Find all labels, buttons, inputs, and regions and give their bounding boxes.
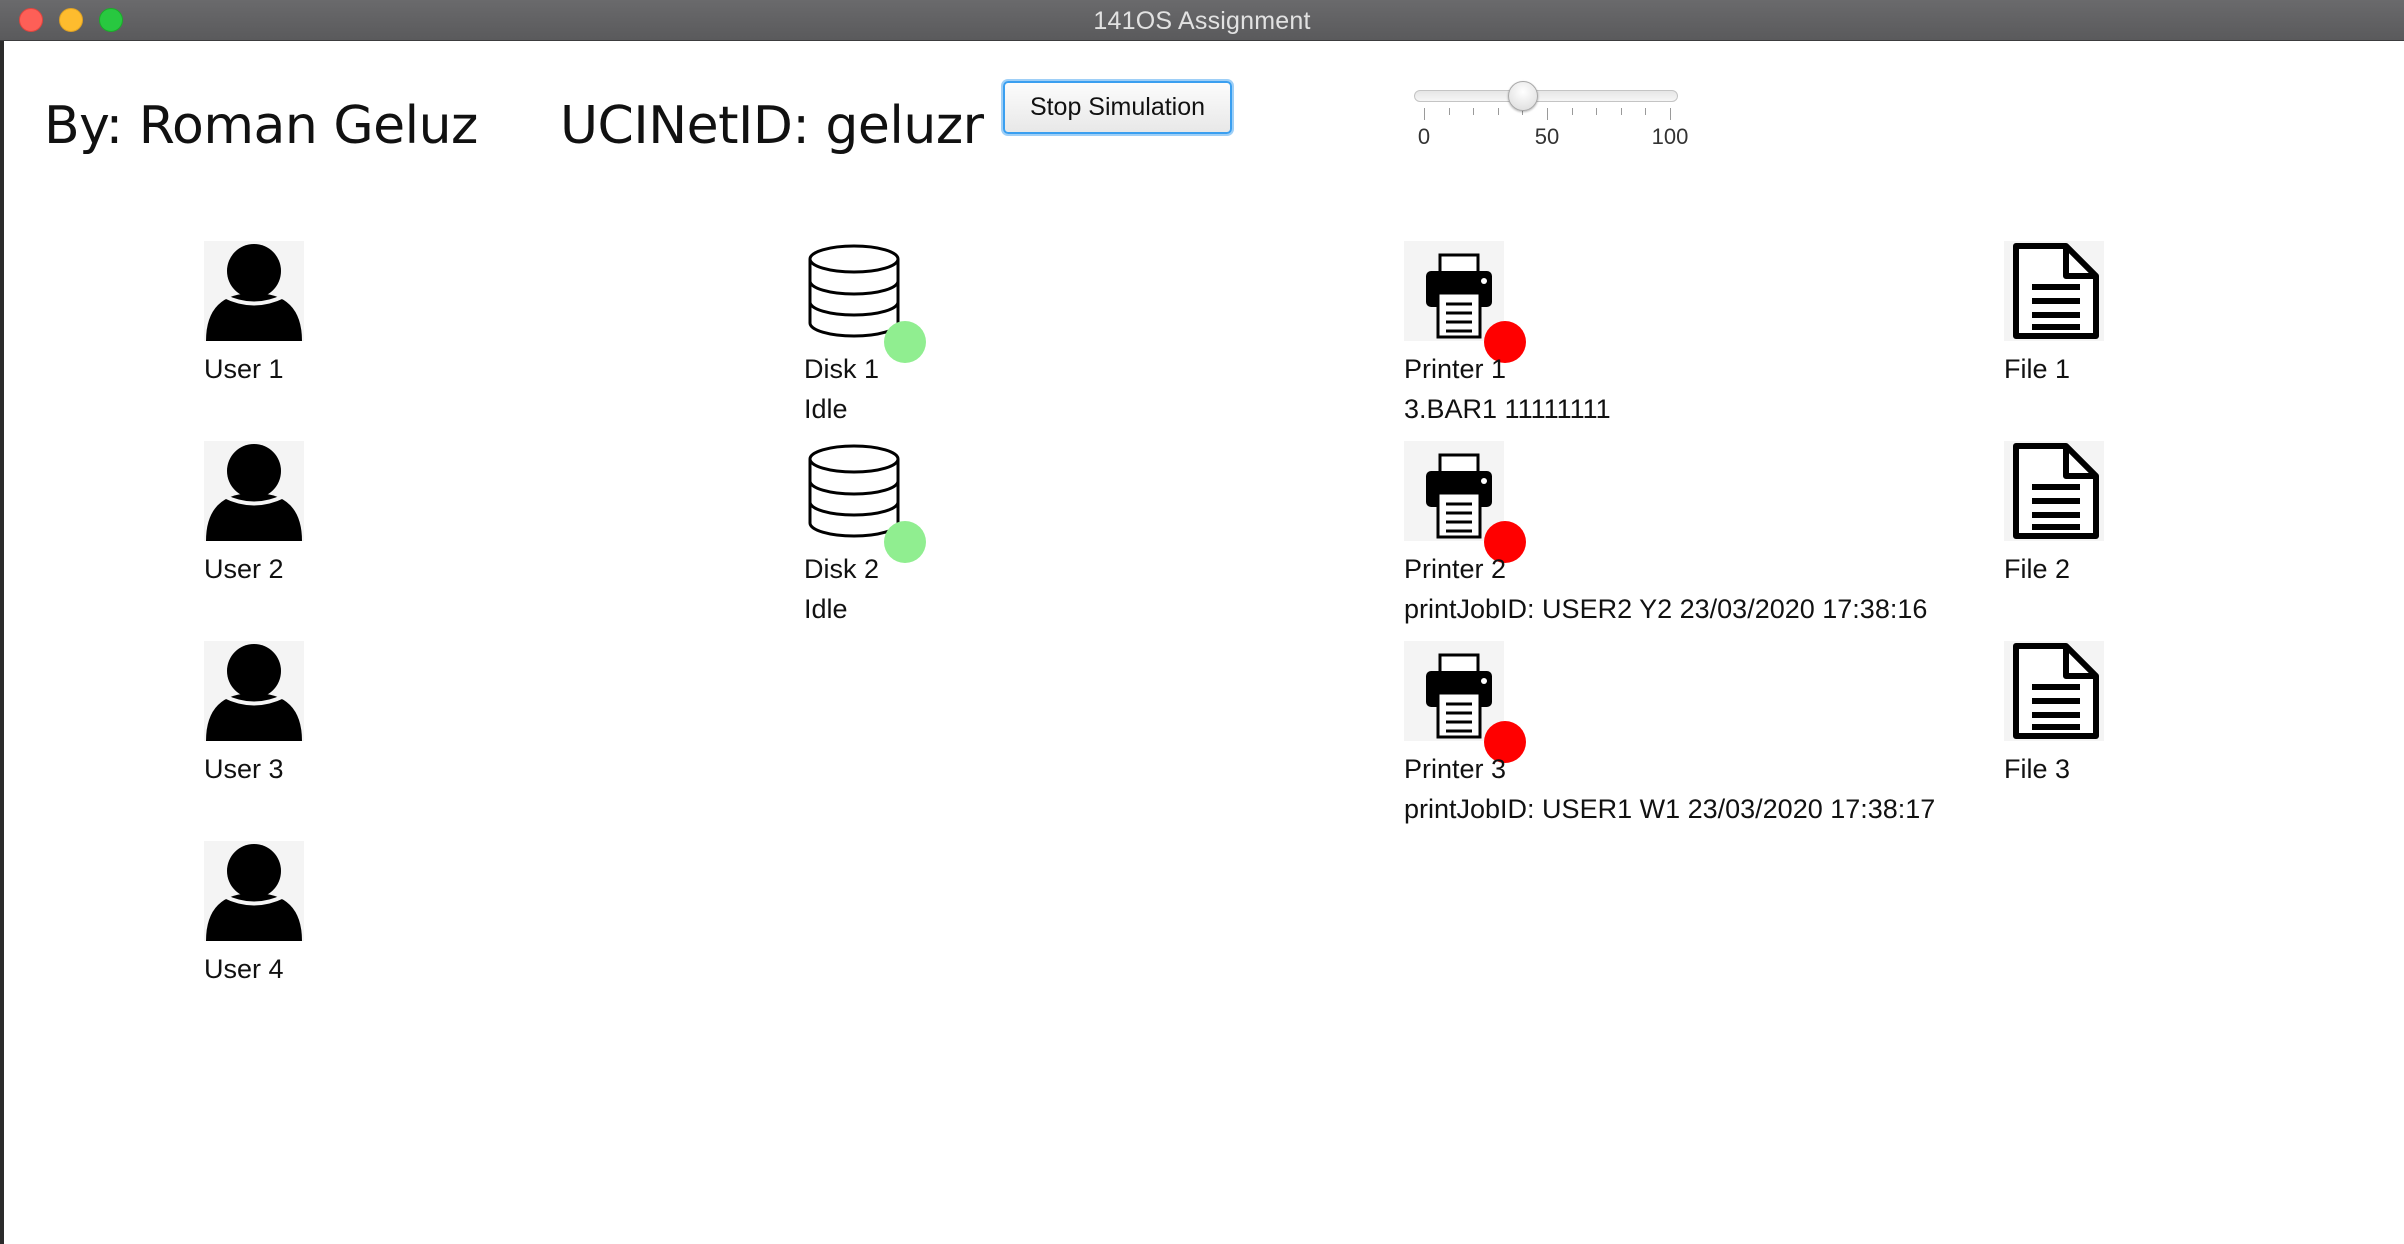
user-icon (204, 441, 304, 541)
slider-tick (1620, 108, 1622, 115)
database-icon (804, 241, 904, 341)
disk-label: Disk 1 (804, 354, 880, 384)
user-icon (204, 641, 304, 741)
printer-icon (1404, 441, 1504, 541)
disk-status-indicator (884, 521, 926, 563)
disk-status-indicator (884, 321, 926, 363)
slider-tick (1473, 108, 1475, 115)
slider-tick-label-mid: 50 (1534, 124, 1560, 149)
speed-slider[interactable]: 0 50 100 (1410, 78, 1690, 158)
slider-tick (1571, 108, 1573, 115)
window-title: 141OS Assignment (1093, 7, 1311, 35)
slider-tick (1670, 108, 1671, 120)
slider-thumb[interactable] (1508, 81, 1539, 111)
user-label: User 4 (204, 954, 284, 984)
user-label: User 3 (204, 754, 284, 784)
slider-tick (1424, 108, 1425, 120)
netid-heading: UCINetID: geluzr (560, 96, 984, 156)
database-icon (804, 441, 904, 541)
author-heading: By: Roman Geluz (44, 96, 478, 156)
slider-tick (1497, 108, 1499, 115)
slider-tick-label-max: 100 (1651, 124, 1689, 149)
stop-simulation-button[interactable]: Stop Simulation (1003, 81, 1232, 134)
file-label: File 2 (2004, 554, 2071, 584)
file-icon (2004, 441, 2104, 541)
title-bar: 141OS Assignment (0, 0, 2404, 41)
user-label: User 2 (204, 554, 284, 584)
user-icon (204, 241, 304, 341)
file-icon (2004, 241, 2104, 341)
window-edge (0, 41, 4, 1244)
printer-status: 3.BAR1 11111111 (1404, 394, 1611, 424)
printer-icon (1404, 241, 1504, 341)
disk-status: Idle (804, 594, 848, 624)
disk-status: Idle (804, 394, 848, 424)
printer-label: Printer 3 (1404, 754, 1507, 784)
slider-tick-label-min: 0 (1417, 124, 1431, 149)
printer-label: Printer 1 (1404, 354, 1507, 384)
file-label: File 3 (2004, 754, 2071, 784)
printer-status: printJobID: USER2 Y2 23/03/2020 17:38:16 (1404, 594, 1928, 624)
file-label: File 1 (2004, 354, 2071, 384)
printer-icon (1404, 641, 1504, 741)
disk-label: Disk 2 (804, 554, 880, 584)
slider-tick (1547, 108, 1548, 120)
printer-status: printJobID: USER1 W1 23/03/2020 17:38:17 (1404, 794, 1936, 824)
slider-track[interactable] (1414, 90, 1678, 102)
app-window: 141OS Assignment By: Roman Geluz UCINetI… (0, 0, 2404, 1244)
file-icon (2004, 641, 2104, 741)
user-label: User 1 (204, 354, 284, 384)
user-icon (204, 841, 304, 941)
slider-tick (1448, 108, 1450, 115)
printer-label: Printer 2 (1404, 554, 1507, 584)
slider-tick (1645, 108, 1647, 115)
slider-tick (1596, 108, 1598, 115)
